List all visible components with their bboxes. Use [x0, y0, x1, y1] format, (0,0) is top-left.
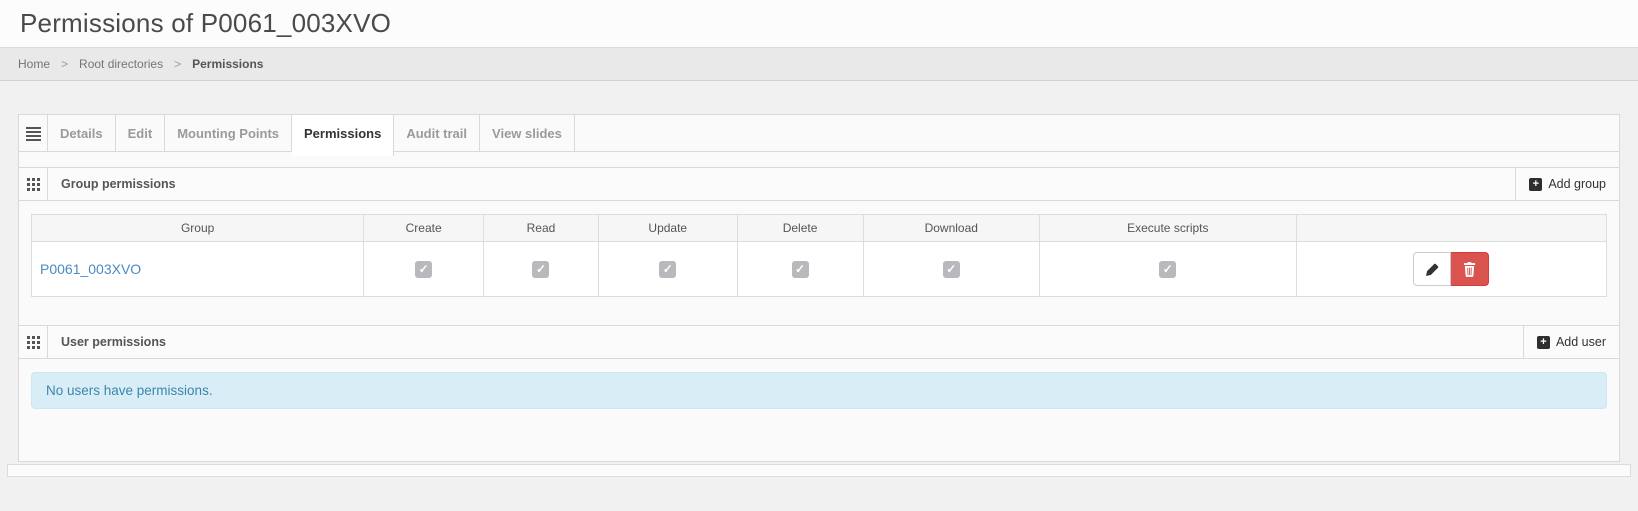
- delete-checkbox: [792, 261, 809, 278]
- execute-scripts-permission-cell: [1039, 242, 1296, 297]
- pencil-icon: [1425, 262, 1440, 277]
- panel-icon-cell: [19, 168, 48, 200]
- table-header-row: Group Create Read Update Delete Download…: [32, 215, 1607, 242]
- column-header-group: Group: [32, 215, 364, 242]
- update-checkbox: [659, 261, 676, 278]
- spacer: [19, 152, 1619, 167]
- add-group-label: Add group: [1548, 177, 1606, 191]
- add-user-button[interactable]: Add user: [1523, 326, 1619, 358]
- breadcrumb-permissions: Permissions: [192, 57, 263, 71]
- tab-details[interactable]: Details: [48, 115, 116, 152]
- column-header-actions: [1296, 215, 1606, 242]
- breadcrumb-separator-icon: >: [174, 57, 181, 71]
- create-permission-cell: [364, 242, 484, 297]
- user-permissions-title: User permissions: [48, 326, 1523, 358]
- delete-group-button[interactable]: [1451, 252, 1489, 286]
- create-checkbox: [415, 261, 432, 278]
- page-title: Permissions of P0061_003XVO: [20, 8, 391, 39]
- column-header-create: Create: [364, 215, 484, 242]
- breadcrumb-home[interactable]: Home: [18, 57, 50, 71]
- add-group-button[interactable]: Add group: [1515, 168, 1619, 200]
- breadcrumb: Home > Root directories > Permissions: [0, 47, 1638, 81]
- row-actions-button-group: [1413, 252, 1489, 286]
- tab-bar: Details Edit Mounting Points Permissions…: [19, 115, 1619, 152]
- group-link[interactable]: P0061_003XVO: [40, 261, 141, 277]
- table-row: P0061_003XVO: [32, 242, 1607, 297]
- row-actions-cell: [1296, 242, 1606, 297]
- read-permission-cell: [484, 242, 599, 297]
- group-permissions-panel: Group permissions Add group Group Cre: [19, 167, 1619, 310]
- column-header-execute-scripts: Execute scripts: [1039, 215, 1296, 242]
- delete-permission-cell: [737, 242, 863, 297]
- page-header: Permissions of P0061_003XVO: [0, 0, 1638, 47]
- panel-icon-cell: [19, 326, 48, 358]
- main-content: Details Edit Mounting Points Permissions…: [0, 81, 1638, 477]
- spacer: [19, 409, 1619, 461]
- column-header-download: Download: [863, 215, 1039, 242]
- plus-square-icon: [1537, 336, 1550, 349]
- tab-permissions[interactable]: Permissions: [292, 115, 394, 156]
- no-users-alert: No users have permissions.: [31, 372, 1607, 409]
- breadcrumb-separator-icon: >: [61, 57, 68, 71]
- column-header-read: Read: [484, 215, 599, 242]
- group-permissions-header: Group permissions Add group: [19, 167, 1619, 201]
- hamburger-icon: [26, 127, 41, 141]
- trash-icon: [1463, 262, 1476, 277]
- tab-view-slides[interactable]: View slides: [480, 115, 575, 152]
- user-permissions-header: User permissions Add user: [19, 325, 1619, 359]
- user-permissions-panel: User permissions Add user No users have …: [19, 325, 1619, 461]
- breadcrumb-root-directories[interactable]: Root directories: [79, 57, 163, 71]
- read-checkbox: [532, 261, 549, 278]
- tab-edit[interactable]: Edit: [116, 115, 166, 152]
- grid-icon: [27, 178, 40, 191]
- add-user-label: Add user: [1556, 335, 1606, 349]
- group-permissions-title: Group permissions: [48, 168, 1515, 200]
- update-permission-cell: [598, 242, 737, 297]
- page-footer-strip: [7, 464, 1631, 477]
- edit-group-button[interactable]: [1413, 252, 1451, 286]
- download-checkbox: [943, 261, 960, 278]
- tab-mounting-points[interactable]: Mounting Points: [165, 115, 292, 152]
- spacer: [19, 310, 1619, 325]
- tab-panel-wrapper: Details Edit Mounting Points Permissions…: [18, 114, 1620, 462]
- column-header-delete: Delete: [737, 215, 863, 242]
- download-permission-cell: [863, 242, 1039, 297]
- execute-scripts-checkbox: [1159, 261, 1176, 278]
- tab-menu-button[interactable]: [19, 115, 48, 152]
- grid-icon: [27, 336, 40, 349]
- group-name-cell: P0061_003XVO: [32, 242, 364, 297]
- column-header-update: Update: [598, 215, 737, 242]
- plus-square-icon: [1529, 178, 1542, 191]
- group-permissions-table: Group Create Read Update Delete Download…: [31, 214, 1607, 297]
- tab-audit-trail[interactable]: Audit trail: [394, 115, 480, 152]
- group-permissions-body: Group Create Read Update Delete Download…: [19, 201, 1619, 310]
